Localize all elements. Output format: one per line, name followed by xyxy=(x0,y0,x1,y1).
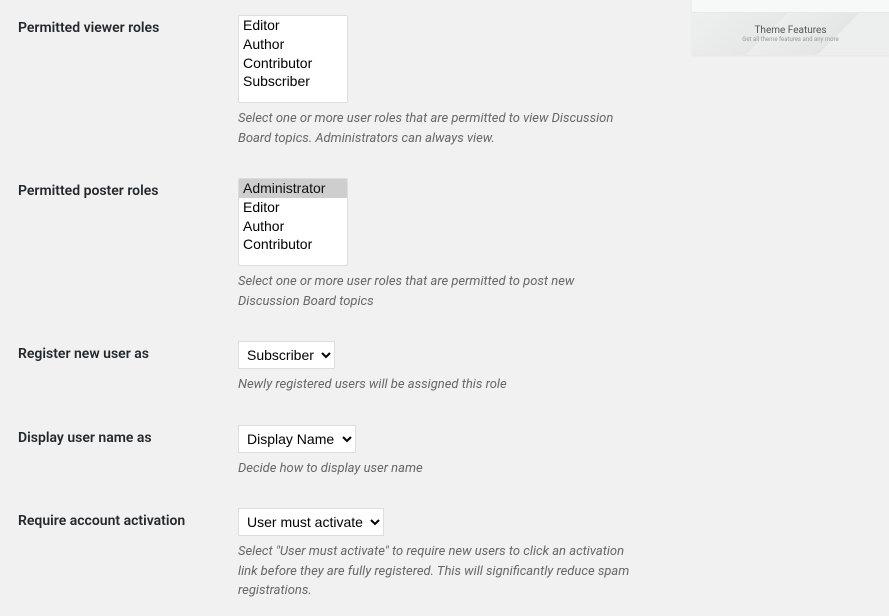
desc-register-as: Newly registered users will be assigned … xyxy=(238,375,630,395)
row-display-name: Display user name as Display Name Decide… xyxy=(0,410,640,494)
theme-preview-title: Theme Features xyxy=(754,25,826,36)
theme-preview-body: Theme Features Get all theme features an… xyxy=(692,13,889,55)
label-activation: Require account activation xyxy=(0,493,228,616)
row-viewer-roles: Permitted viewer roles EditorAuthorContr… xyxy=(0,0,640,163)
select-poster-roles[interactable]: AdministratorEditorAuthorContributor xyxy=(238,178,348,266)
label-poster-roles: Permitted poster roles xyxy=(0,163,228,326)
desc-display-name: Decide how to display user name xyxy=(238,459,630,479)
desc-viewer-roles: Select one or more user roles that are p… xyxy=(238,109,630,148)
label-viewer-roles: Permitted viewer roles xyxy=(0,0,228,163)
select-display-name[interactable]: Display Name xyxy=(238,425,356,453)
desc-activation: Select "User must activate" to require n… xyxy=(238,542,630,601)
select-viewer-roles[interactable]: EditorAuthorContributorSubscriber xyxy=(238,15,348,103)
label-register-as: Register new user as xyxy=(0,326,228,410)
theme-preview-thumbnail[interactable]: Theme Features Get all theme features an… xyxy=(692,0,889,55)
row-poster-roles: Permitted poster roles AdministratorEdit… xyxy=(0,163,640,326)
theme-preview-header xyxy=(692,0,889,13)
label-display-name: Display user name as xyxy=(0,410,228,494)
row-register-as: Register new user as Subscriber Newly re… xyxy=(0,326,640,410)
settings-form-table: Permitted viewer roles EditorAuthorContr… xyxy=(0,0,640,616)
select-activation[interactable]: User must activate xyxy=(238,508,384,536)
desc-poster-roles: Select one or more user roles that are p… xyxy=(238,272,630,311)
select-register-as[interactable]: Subscriber xyxy=(238,341,335,369)
theme-preview-subtitle: Get all theme features and any more xyxy=(742,36,838,43)
row-activation: Require account activation User must act… xyxy=(0,493,640,616)
